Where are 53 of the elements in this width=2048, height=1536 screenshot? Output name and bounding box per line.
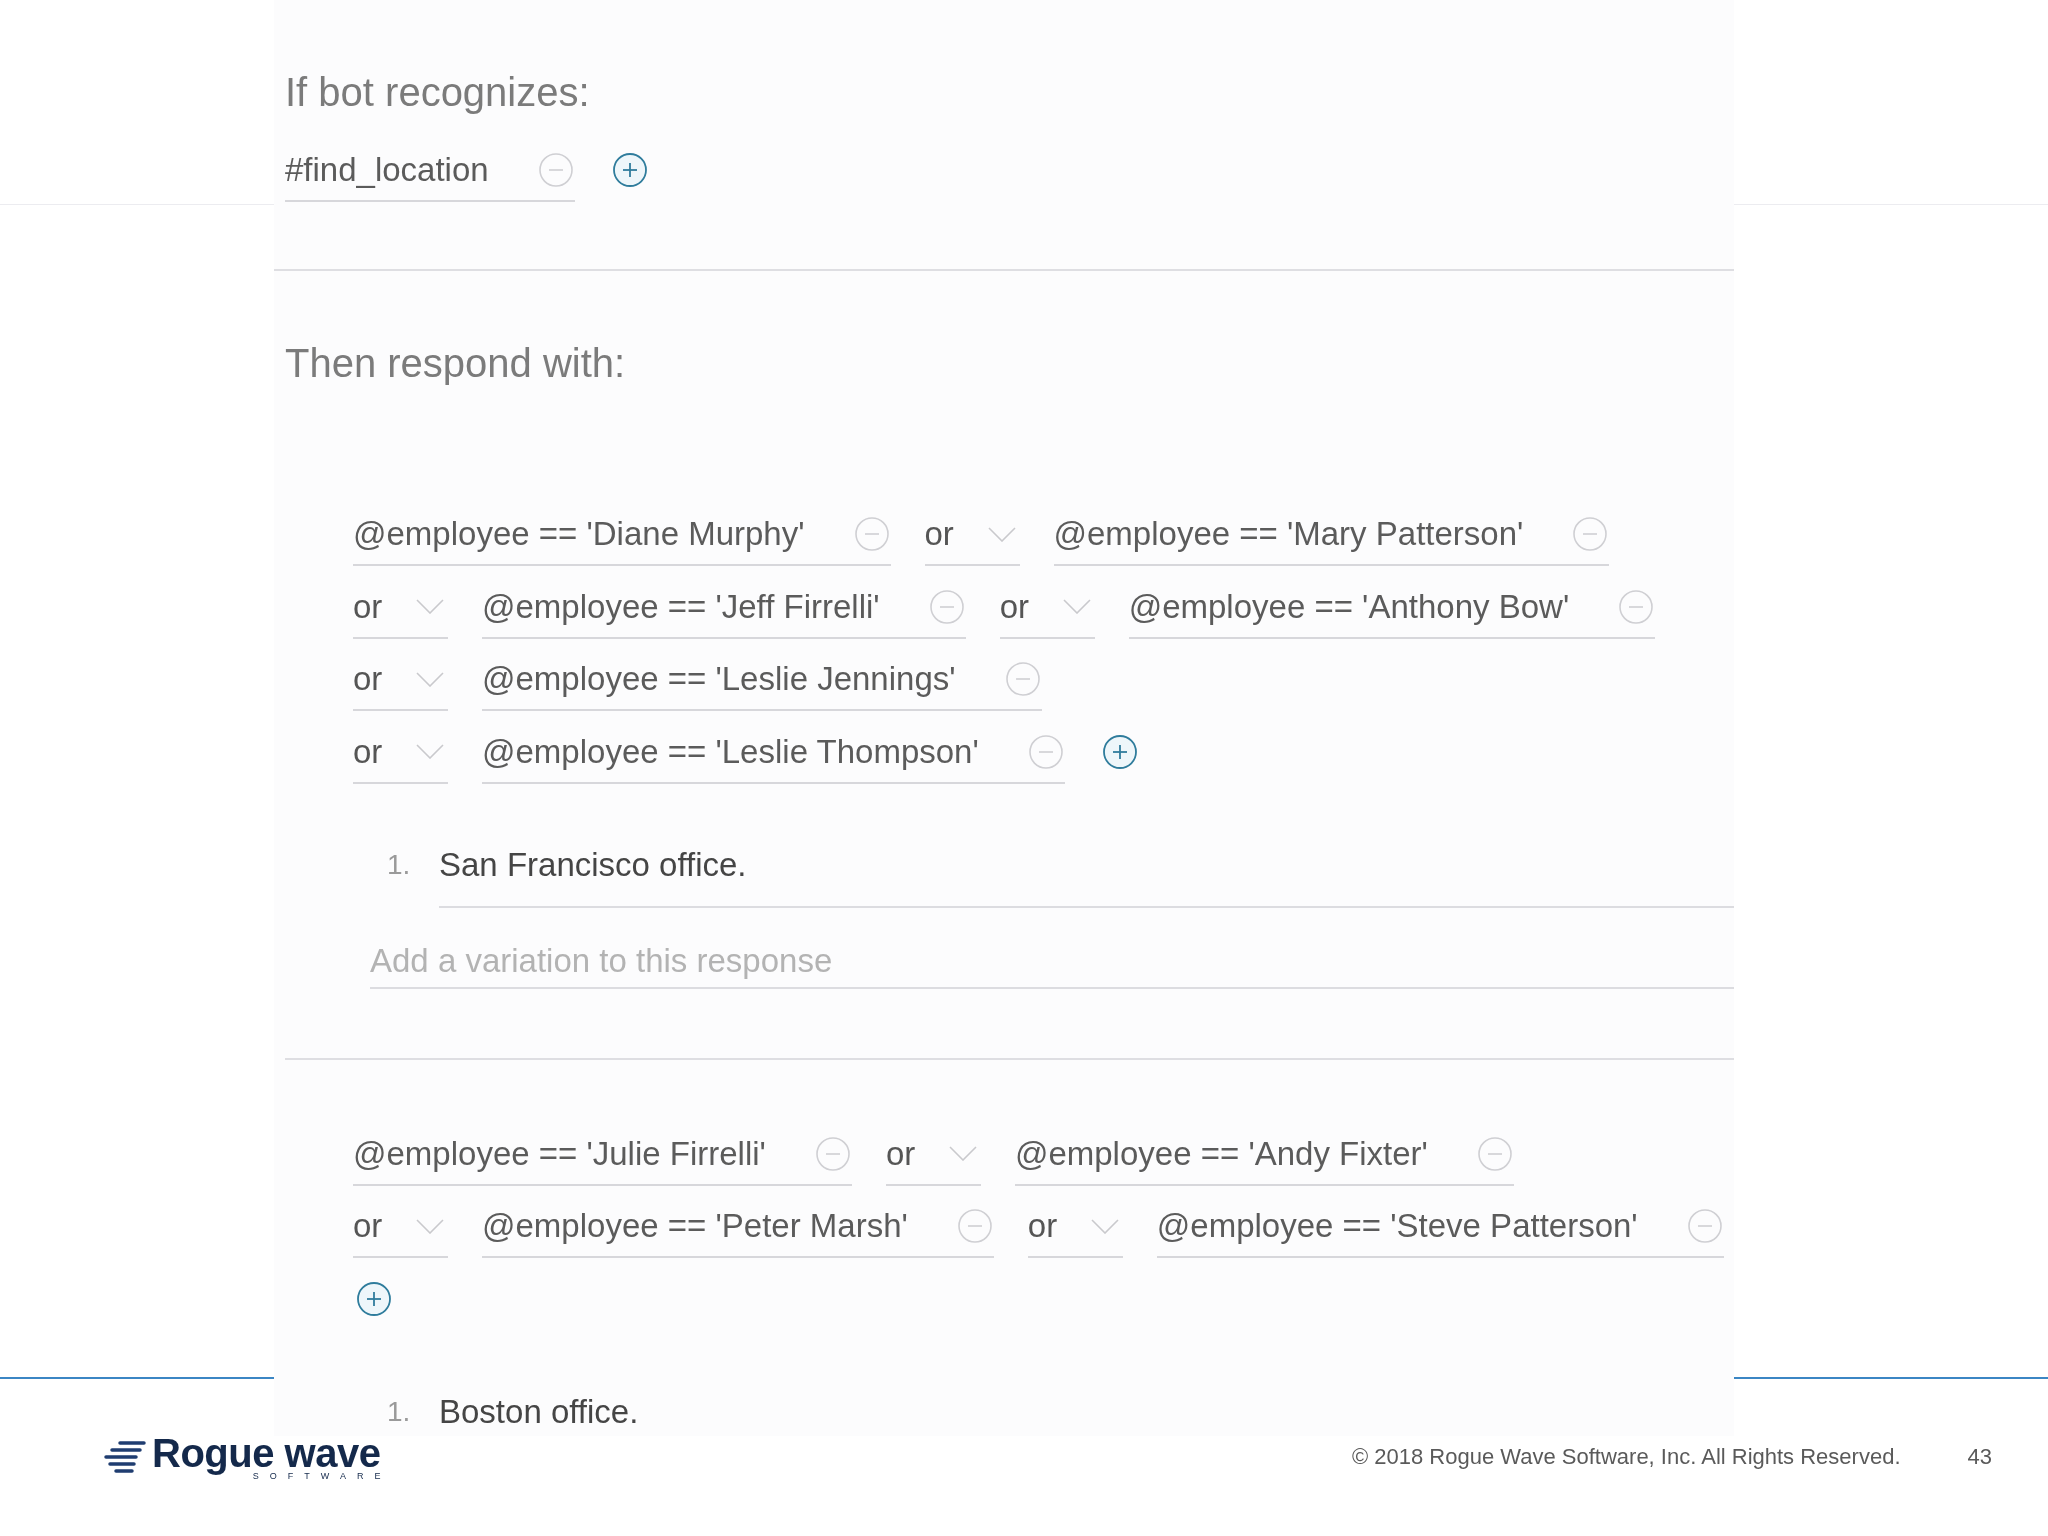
condition-field[interactable]: @employee == 'Diane Murphy': [353, 512, 891, 566]
chevron-down-icon[interactable]: [416, 744, 444, 759]
list-number: 1.: [387, 847, 412, 882]
chevron-down-icon[interactable]: [416, 599, 444, 614]
chevron-down-icon[interactable]: [1062, 599, 1091, 614]
plus-circle-icon[interactable]: [1102, 734, 1137, 769]
minus-circle-icon[interactable]: [1477, 1136, 1512, 1171]
logo-wordmark: Rogue wave: [152, 1433, 381, 1473]
variation-input[interactable]: Add a variation to this response: [370, 938, 1734, 989]
chevron-down-icon[interactable]: [416, 671, 444, 687]
page-number: 43: [1967, 1444, 1992, 1470]
condition-field[interactable]: @employee == 'Anthony Bow': [1128, 584, 1656, 639]
condition-field[interactable]: @employee == 'Leslie Thompson': [482, 729, 1065, 784]
logo-icon: [104, 1441, 146, 1473]
list-number: 1.: [387, 1394, 412, 1429]
minus-circle-icon[interactable]: [538, 153, 573, 187]
copyright-text: © 2018 Rogue Wave Software, Inc. All Rights Reserved.: [1351, 1444, 1901, 1470]
condition-field[interactable]: @employee == 'Peter Marsh': [482, 1204, 994, 1258]
minus-circle-icon[interactable]: [815, 1136, 850, 1171]
chevron-down-icon[interactable]: [416, 1218, 444, 1234]
condition-field[interactable]: @employee == 'Jeff Firrelli': [482, 584, 966, 639]
minus-circle-icon[interactable]: [1028, 734, 1063, 769]
operator-dropdown[interactable]: or: [999, 584, 1095, 639]
chevron-down-icon[interactable]: [1090, 1218, 1119, 1234]
minus-circle-icon[interactable]: [1687, 1209, 1722, 1243]
minus-circle-icon[interactable]: [1619, 589, 1654, 624]
section-heading: Then respond with:: [284, 340, 626, 387]
condition-field[interactable]: @employee == 'Julie Firrelli': [353, 1131, 852, 1186]
condition-field[interactable]: @employee == 'Leslie Jennings': [482, 657, 1042, 711]
minus-circle-icon[interactable]: [854, 517, 889, 551]
minus-circle-icon[interactable]: [1573, 517, 1608, 551]
condition-field[interactable]: @employee == 'Andy Fixter': [1014, 1131, 1514, 1186]
chevron-down-icon[interactable]: [987, 526, 1016, 542]
operator-dropdown[interactable]: or: [1027, 1204, 1123, 1258]
operator-dropdown[interactable]: or: [885, 1131, 981, 1186]
condition-field[interactable]: @employee == 'Steve Patterson': [1156, 1204, 1724, 1258]
intent-field[interactable]: #find_location: [285, 148, 575, 202]
operator-dropdown[interactable]: or: [353, 584, 448, 639]
chevron-down-icon[interactable]: [948, 1146, 977, 1161]
operator-dropdown[interactable]: or: [353, 729, 448, 784]
condition-field[interactable]: @employee == 'Mary Patterson': [1053, 512, 1610, 566]
minus-circle-icon[interactable]: [929, 589, 964, 624]
response-text[interactable]: San Francisco office.: [439, 842, 747, 887]
logo-tagline: SOFTWARE: [252, 1471, 392, 1481]
plus-circle-icon[interactable]: [612, 153, 647, 187]
response-text[interactable]: Boston office.: [439, 1389, 639, 1434]
operator-dropdown[interactable]: or: [924, 512, 1020, 566]
operator-dropdown[interactable]: or: [353, 657, 448, 711]
section-heading: If bot recognizes:: [285, 69, 590, 116]
minus-circle-icon[interactable]: [1005, 662, 1040, 696]
minus-circle-icon[interactable]: [957, 1209, 992, 1243]
plus-circle-icon[interactable]: [357, 1281, 391, 1316]
operator-dropdown[interactable]: or: [353, 1204, 448, 1258]
